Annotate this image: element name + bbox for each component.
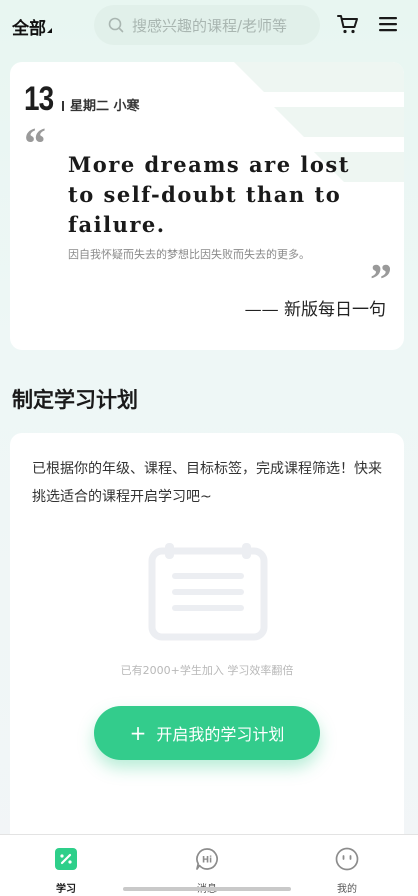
weekday-term-text: 星期二 小寒 [70,99,140,114]
category-label: 全部 [12,19,46,39]
top-bar: 全部 搜感兴趣的课程/老师等 [0,0,418,50]
section-title: 制定学习计划 [12,388,138,412]
tab-profile[interactable]: 我的 [297,835,397,896]
menu-icon[interactable] [378,14,398,34]
message-icon: Hi [196,848,218,870]
plus-icon: + [129,721,147,745]
study-icon [55,848,77,870]
profile-icon [335,847,359,871]
search-icon [108,17,124,33]
calendar-illustration-icon [148,543,268,641]
date-day: 13 [24,80,54,118]
daily-quote-card[interactable]: 13 星期二 小寒 “ More dreams are lost to self… [10,62,404,350]
tab-study[interactable]: 学习 [16,835,116,896]
plan-description: 已根据你的年级、课程、目标标签，完成课程筛选！快来挑选适合的课程开启学习吧~ [32,461,382,505]
tab-study-label: 学习 [56,884,76,895]
cart-icon[interactable] [336,12,360,36]
start-study-plan-button[interactable]: + 开启我的学习计划 [94,706,320,760]
weekday-solar-term: 星期二 小寒 [62,95,140,114]
search-placeholder: 搜感兴趣的课程/老师等 [132,16,288,35]
tab-profile-label: 我的 [337,884,357,895]
open-quote-icon: “ [24,119,46,168]
divider [62,101,64,111]
quote-english: More dreams are lost to self-doubt than … [68,152,350,237]
search-bar[interactable]: 搜感兴趣的课程/老师等 [94,5,320,45]
quote-chinese: 因自我怀疑而失去的梦想比因失败而失去的更多。 [68,248,310,261]
svg-text:Hi: Hi [202,856,212,866]
study-plan-card: 已根据你的年级、课程、目标标签，完成课程筛选！快来挑选适合的课程开启学习吧~ 已… [10,433,404,853]
home-indicator [123,887,291,891]
start-study-plan-label: 开启我的学习计划 [156,725,285,744]
dropdown-corner-icon [47,28,52,33]
quote-source: —— 新版每日一句 [244,300,386,320]
join-stat: 已有2000+学生加入 学习效率翻倍 [120,664,294,677]
category-all-dropdown[interactable]: 全部 [12,14,52,39]
